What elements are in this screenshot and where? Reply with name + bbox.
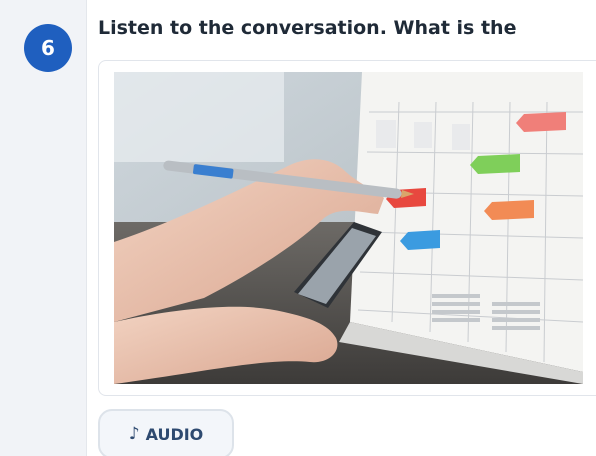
- question-number-badge: 6: [24, 24, 72, 72]
- question-rail: 6: [0, 0, 87, 456]
- music-note-icon: ♪: [128, 424, 140, 444]
- question-text: Listen to the conversation. What is the: [98, 17, 517, 39]
- question-page: 6 Listen to the conversation. What is th…: [0, 0, 596, 456]
- image-card: [98, 60, 596, 396]
- audio-button-label: AUDIO: [145, 424, 204, 444]
- calendar-photo-illustration: [114, 72, 583, 384]
- audio-button[interactable]: ♪ AUDIO: [98, 409, 234, 456]
- calendar-photo: [114, 72, 583, 384]
